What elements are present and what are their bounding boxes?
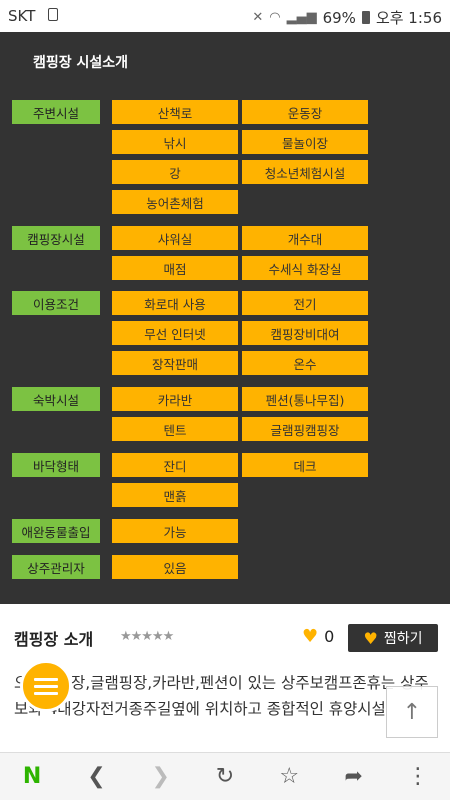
battery-icon (361, 11, 370, 24)
sim-icon (48, 8, 58, 21)
facility-item: 화로대 사용 (112, 291, 238, 315)
star-icon[interactable]: ☆ (269, 764, 309, 789)
facility-item: 매점 (112, 256, 238, 280)
facility-item: 개수대 (242, 226, 368, 250)
facility-item: 맨흙 (112, 483, 238, 507)
facility-item: 샤워실 (112, 226, 238, 250)
description-text: 오토캠핑장,글램핑장,카라반,펜션이 있는 상주보캠프존휴는 상주보와 4대강자… (14, 674, 429, 718)
signal-icon: ▂▄▆ (286, 10, 317, 25)
panel-title: 캠핑장 시설소개 (33, 55, 129, 71)
facility-item: 장작판매 (112, 351, 238, 375)
facility-item: 산책로 (112, 100, 238, 124)
facility-panel: 캠핑장 시설소개 주변시설 산책로 운동장 낚시 물놀이장 강 청소년체험시설 … (0, 32, 450, 604)
scroll-top-button[interactable]: ↑ (386, 686, 438, 738)
facility-item: 펜션(통나무집) (242, 387, 368, 411)
facility-item: 텐트 (112, 417, 238, 441)
category-nearby: 주변시설 (12, 100, 100, 124)
share-icon[interactable]: ➦ (334, 764, 374, 789)
category-campsite: 캠핑장시설 (12, 226, 100, 250)
like-count: 0 (324, 627, 335, 646)
facility-item: 있음 (112, 555, 238, 579)
facility-item: 잔디 (112, 453, 238, 477)
facility-item: 물놀이장 (242, 130, 368, 154)
zzim-button[interactable]: ♥ 찜하기 (348, 624, 438, 652)
category-lodging: 숙박시설 (12, 387, 100, 411)
battery-percent: 69% (322, 8, 356, 27)
hamburger-icon (34, 674, 58, 699)
facility-item: 가능 (112, 519, 238, 543)
facility-item: 수세식 화장실 (242, 256, 368, 280)
facility-item: 무선 인터넷 (112, 321, 238, 345)
facility-item: 강 (112, 160, 238, 184)
naver-home-icon[interactable]: N (12, 764, 52, 789)
refresh-icon[interactable]: ↻ (205, 764, 245, 789)
facility-item: 글램핑캠핑장 (242, 417, 368, 441)
facility-item: 데크 (242, 453, 368, 477)
browser-navbar: N ❮ ❯ ↻ ☆ ➦ ⋮ (0, 752, 450, 800)
like-counter[interactable]: ♥ 0 (302, 626, 334, 647)
facility-item: 온수 (242, 351, 368, 375)
wifi-icon: ◠ (269, 10, 281, 25)
section-title: 캠핑장 소개 (14, 630, 94, 649)
facility-item: 낚시 (112, 130, 238, 154)
category-pets: 애완동물출입 (12, 519, 100, 543)
category-ground: 바닥형태 (12, 453, 100, 477)
facility-item: 운동장 (242, 100, 368, 124)
menu-fab-button[interactable] (20, 660, 72, 712)
rating-stars: ★★★★★ (120, 629, 174, 644)
back-icon[interactable]: ❮ (76, 764, 116, 789)
arrow-up-icon: ↑ (402, 699, 422, 725)
carrier-label: SKT (8, 7, 36, 25)
mute-icon: ✕ (252, 10, 264, 25)
category-manager: 상주관리자 (12, 555, 100, 579)
facility-item: 캠핑장비대여 (242, 321, 368, 345)
zzim-label: 찜하기 (383, 631, 423, 647)
clock: 오후 1:56 (375, 9, 442, 27)
status-bar: SKT ✕ ◠ ▂▄▆ 69% 오후 1:56 (0, 0, 450, 32)
more-icon[interactable]: ⋮ (398, 764, 438, 789)
facility-item: 청소년체험시설 (242, 160, 368, 184)
heart-icon: ♥ (363, 628, 378, 648)
facility-item: 카라반 (112, 387, 238, 411)
forward-icon[interactable]: ❯ (141, 764, 181, 789)
category-usage: 이용조건 (12, 291, 100, 315)
heart-icon: ♥ (302, 626, 319, 647)
facility-item: 농어촌체험 (112, 190, 238, 214)
facility-item: 전기 (242, 291, 368, 315)
